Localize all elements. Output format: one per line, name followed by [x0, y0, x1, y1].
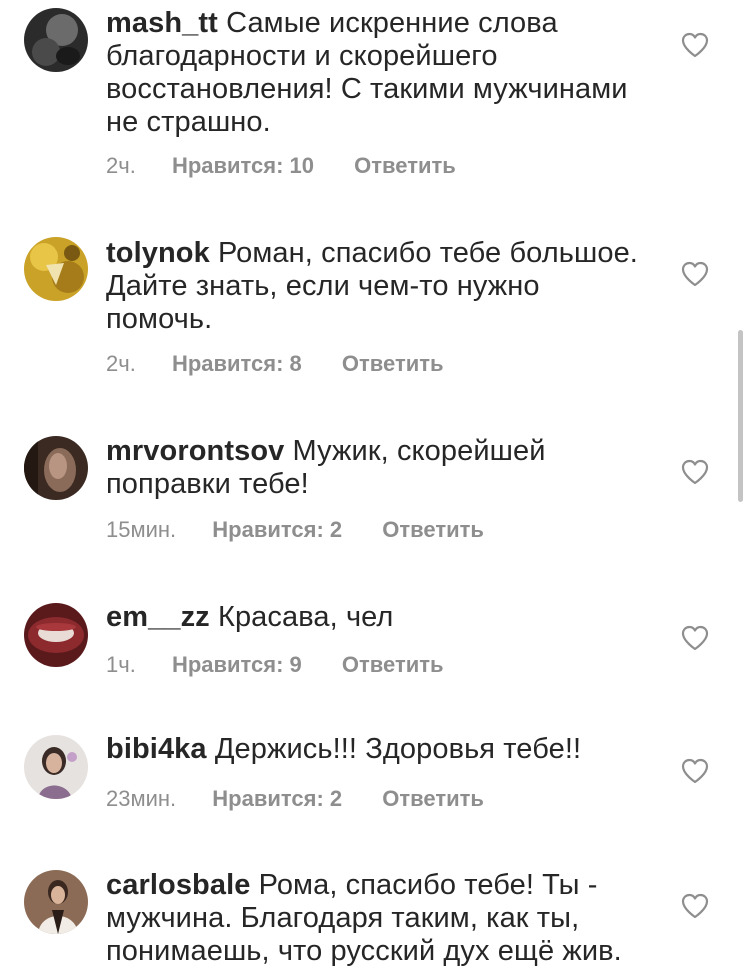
comment-likes-count[interactable]: Нравится: 8: [172, 351, 302, 377]
avatar[interactable]: [24, 735, 88, 799]
avatar[interactable]: [24, 8, 88, 72]
comment-meta: 2ч. Нравится: 10 Ответить: [106, 153, 456, 179]
comment-username[interactable]: mrvorontsov: [106, 435, 284, 467]
comment-username[interactable]: carlosbale: [106, 869, 250, 901]
comment-text-block: em__zz Красава, чел: [106, 601, 646, 634]
reply-button[interactable]: Ответить: [342, 652, 444, 678]
like-heart-icon[interactable]: [681, 625, 709, 651]
comment-text-block: mrvorontsov Мужик, скорейшей поправки те…: [106, 435, 646, 501]
comment-time: 23мин.: [106, 786, 177, 811]
comment-text-block: carlosbale Рома, спасибо тебе! Ты - мужч…: [106, 869, 646, 968]
avatar[interactable]: [24, 436, 88, 500]
comment-text: Держись!!! Здоровья тебе!!: [214, 733, 582, 765]
comment-username[interactable]: em__zz: [106, 601, 210, 633]
comment-username[interactable]: mash_tt: [106, 7, 218, 39]
reply-button[interactable]: Ответить: [354, 153, 456, 179]
comment-time: 15мин.: [106, 517, 177, 542]
comment-text-block: tolynok Роман, спасибо тебе большое. Дай…: [106, 237, 646, 336]
comment-likes-count[interactable]: Нравится: 2: [212, 786, 342, 812]
avatar[interactable]: [24, 870, 88, 934]
comment-text-block: mash_tt Самые искренние слова благодарно…: [106, 7, 646, 139]
comment-username[interactable]: tolynok: [106, 237, 210, 269]
like-heart-icon[interactable]: [681, 32, 709, 58]
comment-text-block: bibi4ka Держись!!! Здоровья тебе!!: [106, 733, 646, 766]
like-heart-icon[interactable]: [681, 758, 709, 784]
comment-likes-count[interactable]: Нравится: 10: [172, 153, 314, 179]
comment-meta: 1ч. Нравится: 9 Ответить: [106, 652, 444, 678]
comment-username[interactable]: bibi4ka: [106, 733, 207, 765]
like-heart-icon[interactable]: [681, 893, 709, 919]
comment-meta: 23мин. Нравится: 2 Ответить: [106, 786, 484, 812]
comment-time: 1ч.: [106, 652, 136, 677]
comment-text: Красава, чел: [217, 601, 394, 633]
comment-likes-count[interactable]: Нравится: 9: [172, 652, 302, 678]
comment-time: 2ч.: [106, 351, 136, 376]
comment-meta: 2ч. Нравится: 8 Ответить: [106, 351, 444, 377]
like-heart-icon[interactable]: [681, 459, 709, 485]
reply-button[interactable]: Ответить: [382, 786, 484, 812]
comment-meta: 15мин. Нравится: 2 Ответить: [106, 517, 484, 543]
avatar[interactable]: [24, 237, 88, 301]
avatar[interactable]: [24, 603, 88, 667]
comment-time: 2ч.: [106, 153, 136, 178]
comment-likes-count[interactable]: Нравится: 2: [212, 517, 342, 543]
scrollbar[interactable]: [738, 330, 743, 502]
reply-button[interactable]: Ответить: [342, 351, 444, 377]
reply-button[interactable]: Ответить: [382, 517, 484, 543]
like-heart-icon[interactable]: [681, 261, 709, 287]
